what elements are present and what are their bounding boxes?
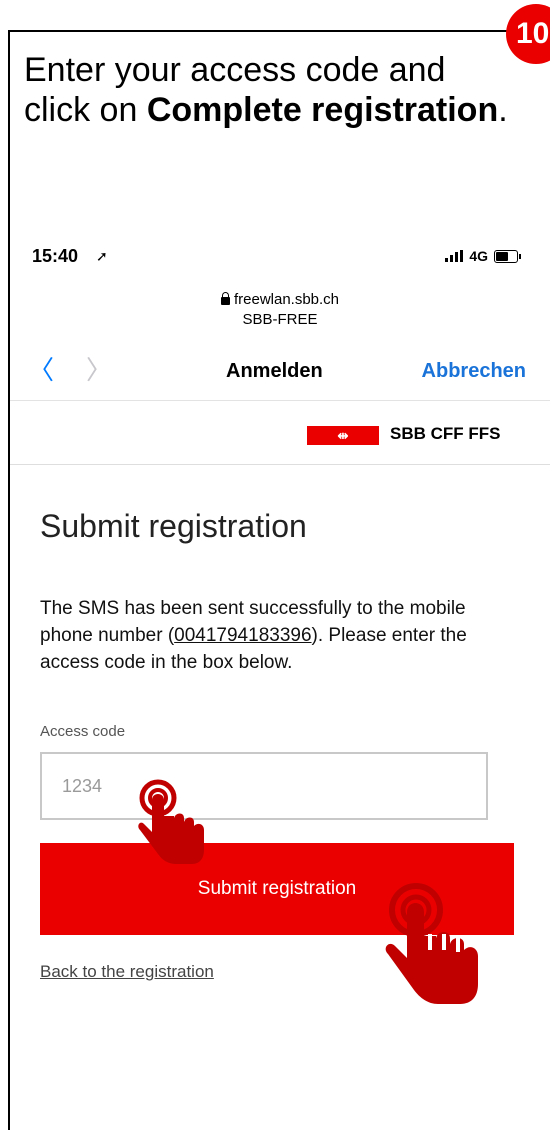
url-text: freewlan.sbb.ch xyxy=(233,291,340,308)
sbb-brand-name: SBB CFF FFS xyxy=(390,424,501,443)
nav-title: Anmelden xyxy=(226,360,323,382)
sms-description: The SMS has been sent successfully to th… xyxy=(40,595,520,676)
instruction-text: Enter your access code and click on Comp… xyxy=(24,50,514,130)
access-code-label: Access code xyxy=(40,723,126,740)
page-title: Submit registration xyxy=(40,508,307,544)
signal-indicator: 4G xyxy=(445,248,521,264)
sbb-header: ⇹ SBB CFF FFS xyxy=(10,402,550,464)
cancel-button[interactable]: Abbrechen xyxy=(422,360,526,383)
signal-bars-icon xyxy=(445,250,464,262)
chevron-left-icon[interactable]: 〈 xyxy=(28,350,54,387)
divider xyxy=(10,464,550,465)
instruction-bold: Complete registration xyxy=(146,91,499,129)
back-to-registration-link[interactable]: Back to the registration xyxy=(40,962,214,982)
sbb-logo-icon: ⇹ xyxy=(307,426,379,445)
network-type: 4G xyxy=(469,248,488,264)
access-code-input[interactable] xyxy=(40,752,488,820)
lock-icon xyxy=(220,292,230,305)
browser-url-bar[interactable]: freewlan.sbb.ch SBB-FREE xyxy=(10,290,550,330)
phone-number: 0041794183396 xyxy=(174,625,312,646)
network-name: SBB-FREE xyxy=(242,311,318,328)
tap-hand-icon xyxy=(138,779,204,864)
status-bar: 15:40 ➚ 4G xyxy=(10,234,550,274)
status-time: 15:40 xyxy=(32,246,79,266)
chevron-right-icon[interactable]: 〉 xyxy=(86,350,112,387)
battery-icon xyxy=(494,249,521,263)
divider xyxy=(10,400,550,401)
tap-hand-icon xyxy=(385,883,478,1004)
navigation-bar: 〈 〉 Anmelden Abbrechen xyxy=(10,350,550,390)
location-arrow-icon: ➚ xyxy=(96,248,108,264)
instruction-part2: . xyxy=(498,91,508,129)
